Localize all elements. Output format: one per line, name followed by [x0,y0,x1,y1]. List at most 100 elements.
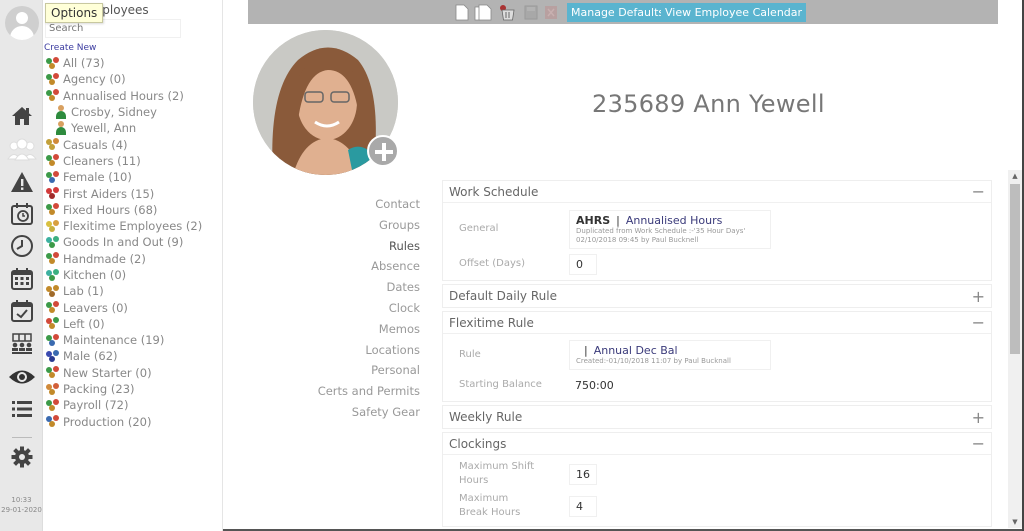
list-item-label: Goods In and Out (9) [63,235,184,250]
collapse-icon[interactable]: − [972,434,985,453]
flexitime-rule: | Annual Dec Bal Created:-01/10/2018 11:0… [569,340,771,370]
copy-document-icon[interactable] [474,4,492,21]
vertical-scrollbar[interactable]: ▲ ▼ [1008,170,1022,528]
schedule-clock-icon[interactable] [10,202,34,226]
list-item-label: Cleaners (11) [63,153,141,168]
group-people-icon [45,284,61,298]
rule-name-link[interactable]: Annualised Hours [626,214,723,227]
scroll-up-arrow-icon[interactable]: ▲ [1008,170,1022,182]
employees-icon[interactable] [6,137,38,161]
weekly-rule-panel: Weekly Rule + [442,405,992,429]
group-list-item[interactable]: Fixed Hours (68) [45,202,202,218]
add-photo-button[interactable] [367,135,399,167]
list-item-label: First Aiders (15) [63,186,155,201]
max-shift-hours-input[interactable]: 16 [569,463,597,485]
create-new-link[interactable]: Create New [44,43,96,53]
new-document-icon[interactable] [455,4,469,21]
group-list-item[interactable]: Cleaners (11) [45,153,202,169]
group-list-item[interactable]: Agency (0) [45,71,202,87]
save-icon[interactable] [524,4,538,21]
group-people-icon [45,415,61,428]
group-list-item[interactable]: All (73) [45,55,202,71]
group-list-item[interactable]: Left (0) [45,316,202,332]
nav-item-groups[interactable]: Groups [300,217,420,238]
nav-item-locations[interactable]: Locations [300,342,420,363]
collapse-icon[interactable]: − [972,182,985,201]
group-list-item[interactable]: Handmade (2) [45,251,202,267]
field-label: Offset (Days) [459,258,525,269]
group-list-item[interactable]: Male (62) [45,348,202,364]
group-list-item[interactable]: Production (20) [45,414,202,430]
nav-item-personal[interactable]: Personal [300,362,420,383]
clockings-header[interactable]: Clockings − [443,433,991,455]
teams-icon[interactable] [10,332,34,356]
user-avatar-icon[interactable] [5,6,39,40]
group-list-item[interactable]: Casuals (4) [45,136,202,152]
group-list-item[interactable]: First Aiders (15) [45,185,202,201]
group-list-item[interactable]: Goods In and Out (9) [45,234,202,250]
panel-title: Weekly Rule [449,410,523,424]
home-icon[interactable] [10,104,34,128]
delete-icon[interactable] [499,4,516,21]
calendar-icon[interactable] [10,267,34,291]
nav-item-dates[interactable]: Dates [300,279,420,300]
default-daily-rule-header[interactable]: Default Daily Rule + [443,285,991,307]
expand-icon[interactable]: + [972,408,985,427]
group-list-item[interactable]: Payroll (72) [45,397,202,413]
nav-item-certs-and-permits[interactable]: Certs and Permits [300,383,420,404]
group-list-item[interactable]: New Starter (0) [45,365,202,381]
starting-balance-value[interactable]: 750:00 [569,376,620,395]
scroll-thumb[interactable] [1010,184,1020,354]
employee-list-item[interactable]: Crosby, Sidney [45,104,202,120]
groups-panel: Employees Create New All (73)Agency (0)A… [43,0,223,531]
options-tooltip: Options [45,3,104,23]
group-people-icon [45,382,61,396]
nav-item-rules[interactable]: Rules [300,238,420,259]
date-text: 29-01-2020 [1,506,42,514]
group-list-item[interactable]: Flexitime Employees (2) [45,218,202,234]
max-break-hours-input[interactable]: 4 [569,495,597,517]
nav-item-clock[interactable]: Clock [300,300,420,321]
group-people-icon [45,366,61,379]
list-item-label: Casuals (4) [63,137,128,152]
group-list-item[interactable]: Leavers (0) [45,299,202,315]
list-item-label: Left (0) [63,316,105,331]
eye-icon[interactable] [8,365,36,389]
group-list-item[interactable]: Lab (1) [45,283,202,299]
group-people-icon [45,301,61,314]
weekly-rule-header[interactable]: Weekly Rule + [443,406,991,428]
default-daily-rule-panel: Default Daily Rule + [442,284,992,308]
alert-icon[interactable] [10,170,34,194]
calendar-check-icon[interactable] [10,299,34,323]
group-list-item[interactable]: Annualised Hours (2) [45,88,202,104]
offset-days-input[interactable]: 0 [569,253,597,275]
nav-item-contact[interactable]: Contact [300,196,420,217]
work-schedule-rule: AHRS | Annualised Hours Duplicated from Wo… [569,209,771,249]
gear-icon[interactable] [10,445,34,469]
time-text: 10:33 [11,496,32,504]
group-list-item[interactable]: Maintenance (19) [45,332,202,348]
group-list-item[interactable]: Packing (23) [45,381,202,397]
list-icon[interactable] [10,397,34,421]
field-label: Rule [459,349,481,360]
toolbar: Manage Defaults View Employee Calendar [248,0,998,24]
scroll-down-arrow-icon[interactable]: ▼ [1008,516,1022,528]
collapse-icon[interactable]: − [972,313,985,332]
list-item-label: New Starter (0) [63,365,152,380]
flexitime-rule-header[interactable]: Flexitime Rule − [443,312,991,334]
clock-icon[interactable] [10,234,34,258]
cancel-icon[interactable] [544,4,558,21]
nav-item-memos[interactable]: Memos [300,321,420,342]
employee-list-item[interactable]: Yewell, Ann [45,120,202,136]
group-list-item[interactable]: Kitchen (0) [45,267,202,283]
list-item-label: Handmade (2) [63,251,146,266]
list-item-label: Annualised Hours (2) [63,88,184,103]
work-schedule-header[interactable]: Work Schedule − [443,181,991,203]
nav-item-absence[interactable]: Absence [300,258,420,279]
manage-defaults-button[interactable]: Manage Defaults [567,3,669,22]
view-employee-calendar-button[interactable]: View Employee Calendar [661,3,807,22]
expand-icon[interactable]: + [972,287,985,306]
nav-item-safety-gear[interactable]: Safety Gear [300,404,420,425]
rule-name-link[interactable]: Annual Dec Bal [594,344,678,357]
group-list-item[interactable]: Female (10) [45,169,202,185]
